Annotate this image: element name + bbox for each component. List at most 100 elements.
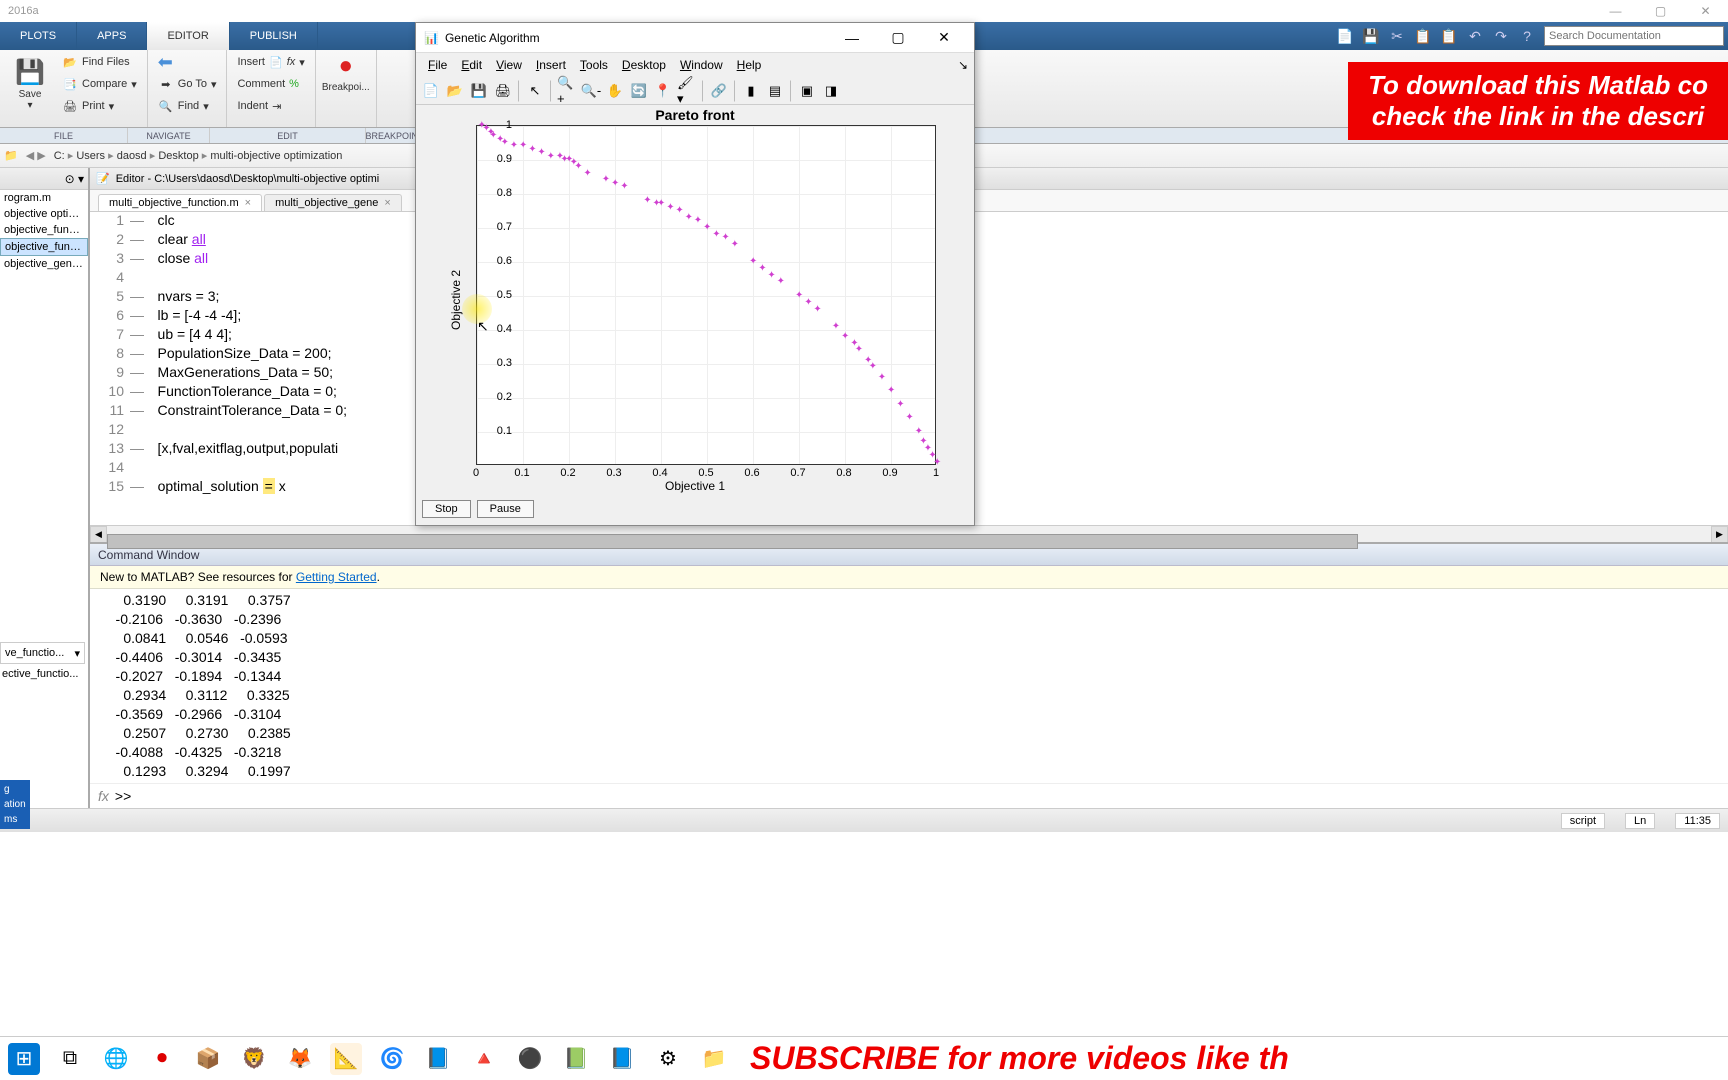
folder-item[interactable]: objective_functi... [0,238,88,256]
figure-menu-insert[interactable]: Insert [530,56,572,74]
qat-redo-icon[interactable]: ↷ [1488,25,1514,47]
folder-menu-icon[interactable]: ⊙ ▾ [65,172,84,186]
figure-menu-file[interactable]: File [422,56,453,74]
qat-paste-icon[interactable]: 📋 [1436,25,1462,47]
breadcrumb-item[interactable]: Users [76,150,105,162]
open-icon[interactable]: 📂 [444,80,466,102]
compare-button[interactable]: 📑Compare ▾ [58,74,141,94]
firefox-icon[interactable]: 🦊 [284,1043,316,1075]
obs-icon[interactable]: ⚫ [514,1043,546,1075]
figure-menu-help[interactable]: Help [731,56,768,74]
new-figure-icon[interactable]: 📄 [420,80,442,102]
pause-button[interactable]: Pause [477,500,534,518]
folder-up-icon[interactable]: 📁 [4,149,18,162]
breadcrumb-item[interactable]: Desktop [158,150,198,162]
figure-menu-edit[interactable]: Edit [455,56,488,74]
editor-tab[interactable]: multi_objective_function.m× [98,194,262,211]
figure-window[interactable]: 📊 Genetic Algorithm — ▢ ✕ FileEditViewIn… [415,22,975,526]
workspace-dropdown[interactable]: ve_functio...▾ [0,642,85,664]
print-icon[interactable]: 🖨 [492,80,514,102]
qat-cut-icon[interactable]: ✂ [1384,25,1410,47]
comment-button[interactable]: Comment % [233,74,308,94]
close-tab-icon[interactable]: × [384,197,390,209]
task-view-icon[interactable]: ⧉ [54,1043,86,1075]
figure-menu-more-icon[interactable]: ↘ [958,58,968,72]
command-prompt[interactable]: fx >> [90,783,1728,808]
main-tab-editor[interactable]: EDITOR [147,22,229,50]
link-icon[interactable]: 🔗 [708,80,730,102]
zoom-out-icon[interactable]: 🔍- [580,80,602,102]
dock-icon[interactable]: ▣ [796,80,818,102]
chrome-icon[interactable]: 🌐 [100,1043,132,1075]
getting-started-link[interactable]: Getting Started [296,570,377,584]
search-documentation-input[interactable] [1544,26,1724,46]
brave-icon[interactable]: 🦁 [238,1043,270,1075]
rotate-icon[interactable]: 🔄 [628,80,650,102]
figure-menu-tools[interactable]: Tools [574,56,614,74]
window-maximize[interactable]: ▢ [1638,0,1683,22]
addr-arrows[interactable]: ◀ ▶ [26,149,46,162]
window-minimize[interactable]: — [1593,0,1638,22]
legend-icon[interactable]: ▤ [764,80,786,102]
brush-icon[interactable]: 🖌▾ [676,80,698,102]
close-tab-icon[interactable]: × [245,197,251,209]
scroll-left-icon[interactable]: ◀ [90,526,107,543]
find-files-button[interactable]: 📂Find Files [58,52,141,72]
app-icon-1[interactable]: 📦 [192,1043,224,1075]
figure-close[interactable]: ✕ [922,24,966,52]
zoom-in-icon[interactable]: 🔍+ [556,80,578,102]
undock-icon[interactable]: ◨ [820,80,842,102]
pan-icon[interactable]: ✋ [604,80,626,102]
save-icon[interactable]: 💾 [468,80,490,102]
app-icon-3[interactable]: 📘 [422,1043,454,1075]
breadcrumb-item[interactable]: daosd [117,150,147,162]
workspace-item[interactable]: ective_functio... [2,668,78,680]
print-button[interactable]: 🖨Print ▾ [58,96,141,116]
qat-save-icon[interactable]: 💾 [1358,25,1384,47]
qat-undo-icon[interactable]: ↶ [1462,25,1488,47]
folder-item[interactable]: objective_geneti... [0,256,88,272]
app-icon-5[interactable]: ⚙ [652,1043,684,1075]
find-button[interactable]: 🔍Find ▾ [154,96,221,116]
start-button[interactable]: ⊞ [8,1043,40,1075]
folder-item[interactable]: objective optimi... [0,206,88,222]
qat-new-icon[interactable]: 📄 [1332,25,1358,47]
breakpoints-button[interactable]: ● Breakpoi... [322,52,370,93]
app-icon-4[interactable]: 🔺 [468,1043,500,1075]
folder-item[interactable]: objective_functi... [0,222,88,238]
save-button[interactable]: 💾 Save ▾ [6,52,54,116]
qat-copy-icon[interactable]: 📋 [1410,25,1436,47]
horizontal-scrollbar[interactable]: ◀ ▶ [90,525,1728,542]
breadcrumb-item[interactable]: C: [54,150,65,162]
main-tab-apps[interactable]: APPS [77,22,147,50]
collapsed-sidebar[interactable]: g ation ms [0,780,30,829]
excel-icon[interactable]: 📗 [560,1043,592,1075]
explorer-icon[interactable]: 📁 [698,1043,730,1075]
main-tab-publish[interactable]: PUBLISH [230,22,318,50]
stop-button[interactable]: Stop [422,500,471,518]
indent-button[interactable]: Indent ⇥ [233,96,308,116]
datatip-icon[interactable]: 📍 [652,80,674,102]
qat-help-icon[interactable]: ? [1514,25,1540,47]
word-icon[interactable]: 📘 [606,1043,638,1075]
editor-tab[interactable]: multi_objective_gene× [264,194,402,211]
record-icon[interactable]: ⏺ [146,1043,178,1075]
goto-button[interactable]: ➡Go To ▾ [154,74,221,94]
colorbar-icon[interactable]: ▮ [740,80,762,102]
command-output[interactable]: 0.3190 0.3191 0.3757 -0.2106 -0.3630 -0.… [90,589,1728,783]
main-tab-plots[interactable]: PLOTS [0,22,77,50]
nav-back-button[interactable]: ⬅ [154,52,221,72]
folder-item[interactable]: rogram.m [0,190,88,206]
figure-menu-window[interactable]: Window [674,56,729,74]
figure-maximize[interactable]: ▢ [876,24,920,52]
insert-button[interactable]: Insert 📄 fx ▾ [233,52,308,72]
figure-menu-view[interactable]: View [490,56,528,74]
pointer-icon[interactable]: ↖ [524,80,546,102]
app-icon-2[interactable]: 🌀 [376,1043,408,1075]
window-close[interactable]: ✕ [1683,0,1728,22]
breadcrumb-item[interactable]: multi-objective optimization [210,150,342,162]
matlab-icon[interactable]: 📐 [330,1043,362,1075]
figure-minimize[interactable]: — [830,24,874,52]
scroll-right-icon[interactable]: ▶ [1711,526,1728,543]
figure-menu-desktop[interactable]: Desktop [616,56,672,74]
